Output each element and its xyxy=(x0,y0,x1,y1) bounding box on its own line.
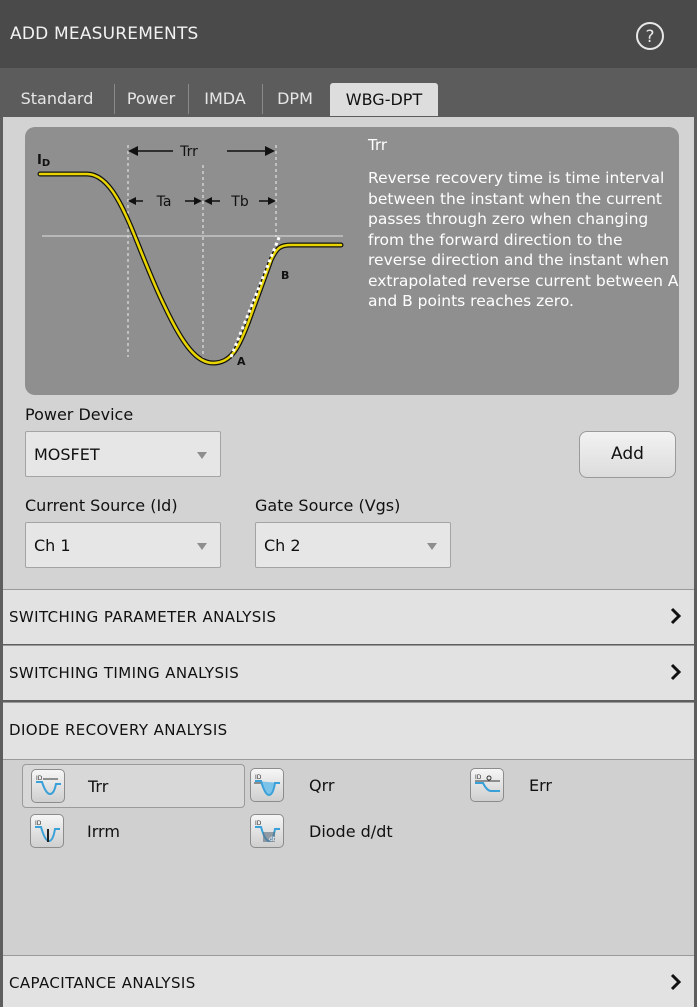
svg-text:ID: ID xyxy=(475,774,482,781)
section-title: SWITCHING PARAMETER ANALYSIS xyxy=(9,608,277,626)
tb-label: Tb xyxy=(230,194,249,210)
trr-waveform-diagram: Trr Ta Tb ID A B xyxy=(37,144,344,368)
chevron-right-icon xyxy=(670,973,682,991)
measurement-description-text: Reverse recovery time is time interval b… xyxy=(368,169,679,310)
qrr-icon: ID xyxy=(250,768,284,802)
current-source-value: Ch 1 xyxy=(34,536,71,555)
measurement-label: Err xyxy=(529,776,552,795)
measurement-label: Irrm xyxy=(87,822,120,841)
measurement-irrm[interactable]: ID Irrm xyxy=(22,810,222,854)
power-device-dropdown[interactable]: MOSFET xyxy=(25,431,221,477)
power-device-value: MOSFET xyxy=(34,445,100,464)
current-source-dropdown[interactable]: Ch 1 xyxy=(25,522,221,568)
measurement-label: Diode d/dt xyxy=(309,822,393,841)
tab-wbg-dpt[interactable]: WBG-DPT xyxy=(330,83,438,116)
chevron-down-icon xyxy=(197,543,207,550)
point-a-label: A xyxy=(237,355,246,368)
trr-icon: ID xyxy=(31,769,65,803)
power-device-label: Power Device xyxy=(25,405,134,424)
chevron-down-icon xyxy=(427,543,437,550)
panel-title: ADD MEASUREMENTS xyxy=(10,24,199,44)
err-icon: ID xyxy=(470,768,504,802)
question-circle-icon[interactable]: ? xyxy=(635,21,665,51)
section-title: CAPACITANCE ANALYSIS xyxy=(9,974,196,992)
section-title: DIODE RECOVERY ANALYSIS xyxy=(9,721,228,739)
tab-imda[interactable]: IMDA xyxy=(189,84,261,114)
tab-power[interactable]: Power xyxy=(115,84,187,114)
trr-label: Trr xyxy=(179,144,198,160)
gate-source-value: Ch 2 xyxy=(264,536,301,555)
svg-text:ID: ID xyxy=(35,820,42,827)
measurement-description-title: Trr xyxy=(368,136,388,154)
chevron-right-icon xyxy=(670,663,682,681)
svg-text:ID: ID xyxy=(36,775,43,782)
tab-dpm[interactable]: DPM xyxy=(263,84,327,114)
header-bar: ADD MEASUREMENTS ? xyxy=(0,0,697,68)
gate-source-label: Gate Source (Vgs) xyxy=(255,496,401,515)
measurement-label: Qrr xyxy=(309,776,335,795)
chevron-right-icon xyxy=(670,607,682,625)
point-b-label: B xyxy=(281,269,289,282)
svg-text:ID: ID xyxy=(255,774,262,781)
measurement-err[interactable]: ID Err xyxy=(468,764,668,808)
measurement-qrr[interactable]: ID Qrr xyxy=(248,764,448,808)
diode-dt-icon: ID dt xyxy=(250,814,284,848)
current-source-label: Current Source (Id) xyxy=(25,496,178,515)
id-axis-label: ID xyxy=(37,153,50,169)
section-title: SWITCHING TIMING ANALYSIS xyxy=(9,664,240,682)
gate-source-dropdown[interactable]: Ch 2 xyxy=(255,522,451,568)
diode-recovery-analysis-header[interactable]: DIODE RECOVERY ANALYSIS xyxy=(3,702,694,759)
irrm-icon: ID xyxy=(30,814,64,848)
svg-text:ID: ID xyxy=(255,820,262,827)
switching-timing-analysis-header[interactable]: SWITCHING TIMING ANALYSIS xyxy=(3,645,694,700)
ta-label: Ta xyxy=(156,194,172,210)
measurement-trr[interactable]: ID Trr xyxy=(22,764,245,808)
capacitance-analysis-header[interactable]: CAPACITANCE ANALYSIS xyxy=(3,955,694,1007)
svg-text:?: ? xyxy=(645,27,654,47)
measurement-label: Trr xyxy=(88,777,109,796)
measurement-diode-dt[interactable]: ID dt Diode d/dt xyxy=(248,810,468,854)
chevron-down-icon xyxy=(197,452,207,459)
svg-text:dt: dt xyxy=(269,836,276,843)
add-button[interactable]: Add xyxy=(579,431,676,478)
switching-parameter-analysis-header[interactable]: SWITCHING PARAMETER ANALYSIS xyxy=(3,589,694,644)
tab-standard[interactable]: Standard xyxy=(0,84,114,114)
